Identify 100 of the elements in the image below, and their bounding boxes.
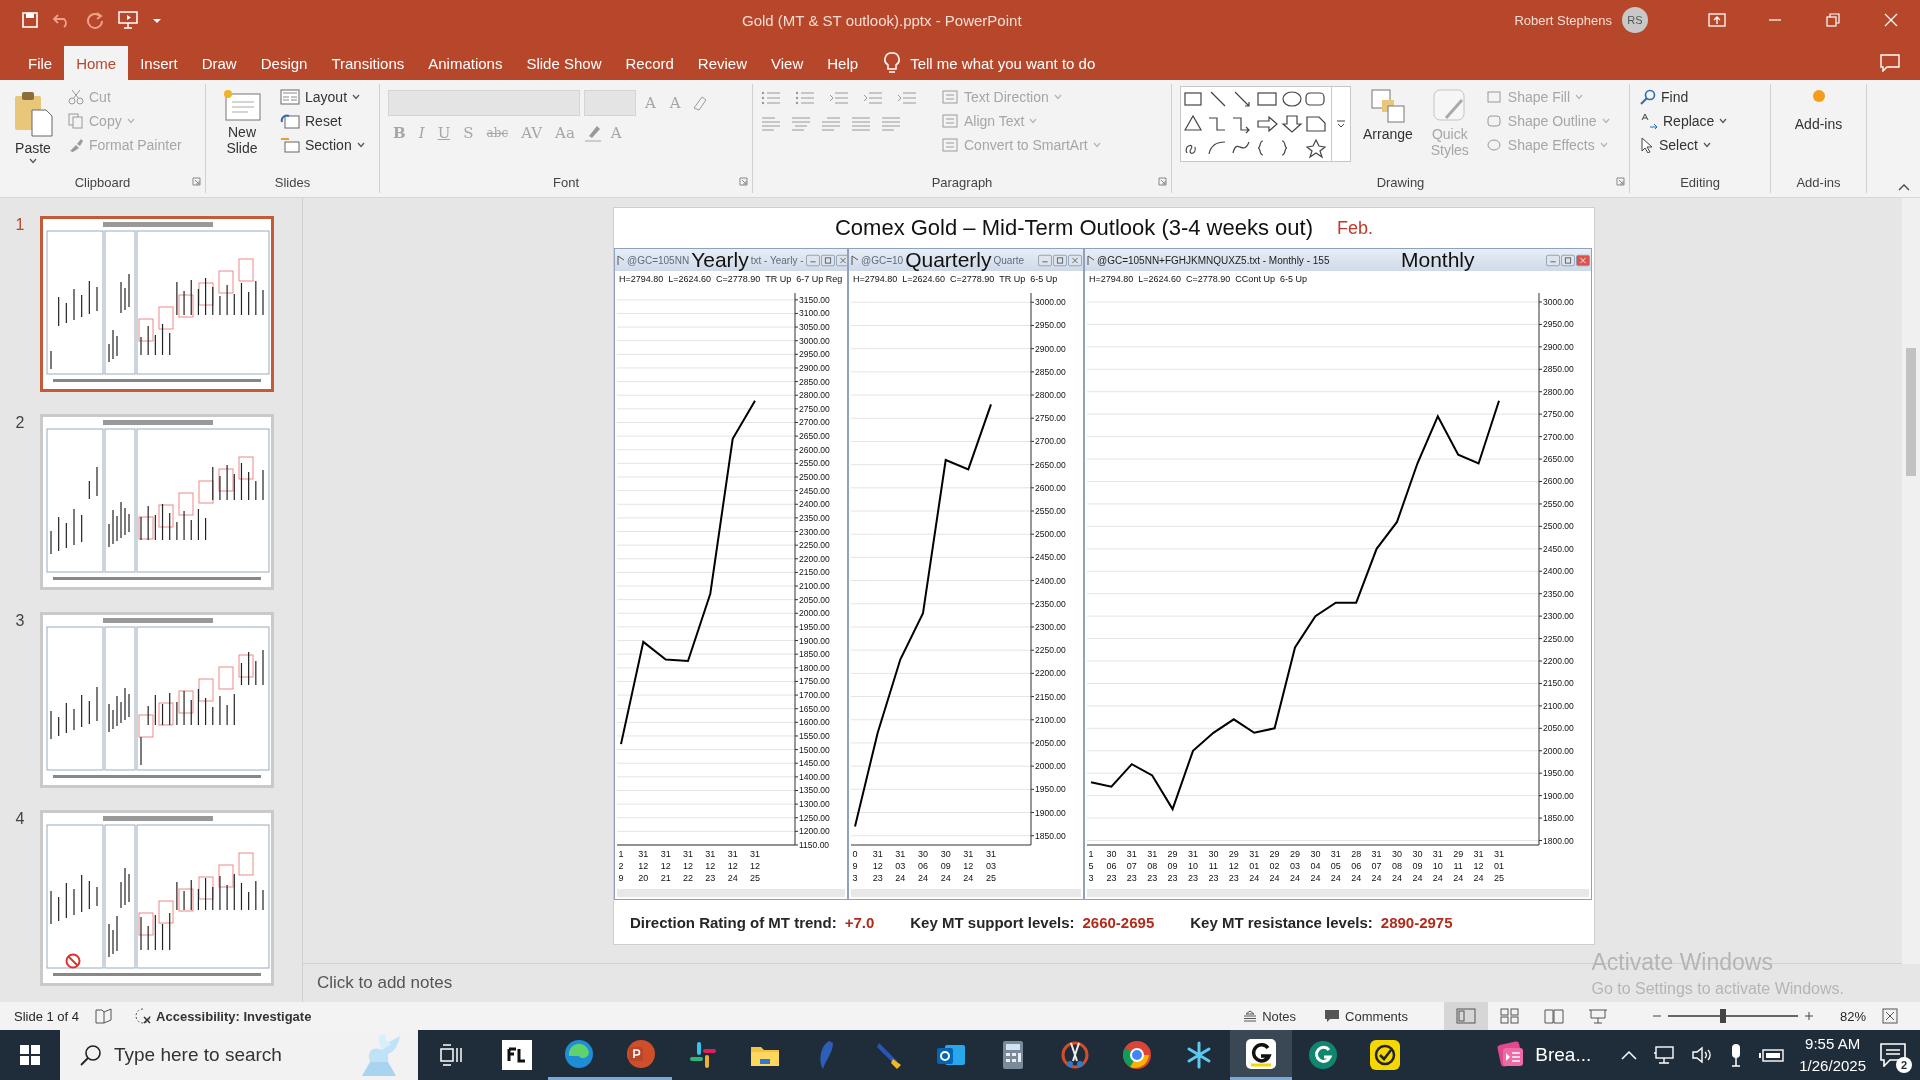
axis-label: 2650.00 xyxy=(799,431,830,442)
zoom-level[interactable]: 82% xyxy=(1839,1008,1866,1024)
notification-badge: 2 xyxy=(1896,1057,1912,1073)
axis-label: 2000.00 xyxy=(1543,745,1574,756)
axis-label: 1500.00 xyxy=(799,744,830,755)
arrange-button[interactable]: Arrange xyxy=(1359,86,1417,144)
axis-label: 2100.00 xyxy=(799,581,830,592)
window-caption: @GC=10 xyxy=(861,254,904,266)
axis-label: 2100.00 xyxy=(1543,700,1574,711)
axis-label: 1800.00 xyxy=(799,662,830,673)
metric-label: Direction Rating of MT trend: xyxy=(630,913,837,931)
metric-label: Key MT support levels: xyxy=(910,913,1075,931)
add-ins-button[interactable]: Add-ins xyxy=(1790,86,1847,134)
ribbon-tab[interactable]: Animations xyxy=(416,46,515,80)
axis-label: 2200.00 xyxy=(1543,656,1574,666)
paste-button[interactable]: Paste xyxy=(8,86,58,166)
clock-date[interactable]: 1/26/2025 xyxy=(1799,1055,1866,1077)
notes-button[interactable]: Notes xyxy=(1237,1005,1303,1027)
ribbon-tab[interactable]: View xyxy=(759,46,816,80)
ribbon-tab[interactable]: Draw xyxy=(189,46,249,80)
axis-label: 31 12 24 xyxy=(727,849,738,883)
clock-time[interactable]: 9:55 AM xyxy=(1799,1033,1866,1055)
axis-label: 2150.00 xyxy=(1035,691,1066,702)
axis-label: 30 06 23 xyxy=(1106,849,1117,883)
ribbon-tab[interactable]: Transitions xyxy=(319,46,417,80)
ribbon-button[interactable]: Reset xyxy=(278,110,367,132)
axis-label: 29 12 23 xyxy=(1228,849,1239,883)
axis-label: 2850.00 xyxy=(799,376,830,387)
ribbon-button[interactable]: Layout xyxy=(278,86,367,108)
axis-label: 2400.00 xyxy=(799,499,830,510)
ribbon-tab[interactable]: Slide Show xyxy=(514,46,614,80)
taskbar-widget[interactable]: Brea... xyxy=(1489,1040,1598,1070)
axis-label: 29 03 24 xyxy=(1290,849,1300,883)
price-summary: H=2794.80 L=2624.60 C=2778.90 TR Up 6-7 Up Reg xyxy=(618,273,844,286)
axis-label: 1350.00 xyxy=(799,785,830,796)
metric-value: 2660-2695 xyxy=(1082,913,1155,931)
axis-label: 31 12 25 xyxy=(750,849,760,883)
ribbon-tab[interactable]: File xyxy=(16,46,65,80)
axis-label: 2300.00 xyxy=(799,526,830,537)
axis-label: 1850.00 xyxy=(1035,830,1066,841)
new-slide-button[interactable]: New Slide xyxy=(214,86,270,158)
axis-label: 2050.00 xyxy=(1543,723,1574,734)
ribbon-tab[interactable]: Record xyxy=(613,46,686,80)
slide-number: 3 xyxy=(14,612,26,630)
axis-label: 2350.00 xyxy=(799,512,830,523)
axis-label: 31 12 20 xyxy=(638,849,649,883)
slide-title: Comex Gold – Mid-Term Outlook (3-4 weeks out) xyxy=(834,215,1313,241)
ribbon-button[interactable]: Replace xyxy=(1638,110,1730,132)
axis-label: 0 9 3 xyxy=(852,849,858,883)
group-label: Slides xyxy=(273,175,312,192)
axis-label: 1600.00 xyxy=(799,717,830,728)
ribbon-tab[interactable]: Design xyxy=(248,46,320,80)
axis-label: 31 03 25 xyxy=(986,849,996,883)
axis-label: 29 11 24 xyxy=(1453,849,1464,883)
axis-label: 1850.00 xyxy=(1543,813,1574,824)
axis-label: 2350.00 xyxy=(1035,598,1066,609)
axis-label: 31 12 22 xyxy=(683,849,693,883)
axis-label: 2500.00 xyxy=(1543,521,1574,532)
axis-label: 2950.00 xyxy=(1035,320,1066,331)
axis-label: 2750.00 xyxy=(1035,413,1066,424)
axis-label: 30 06 24 xyxy=(918,849,928,883)
axis-label: 2750.00 xyxy=(1543,409,1574,420)
price-summary: H=2794.80 L=2624.60 C=2778.90 CCont Up 6-5 Up xyxy=(1088,273,1308,286)
axis-label: 3000.00 xyxy=(799,335,830,346)
accessibility-button[interactable]: Accessibility: Investigate xyxy=(129,1005,318,1027)
ribbon-tab[interactable]: Review xyxy=(685,46,760,80)
axis-label: 1900.00 xyxy=(1035,807,1066,818)
axis-label: 31 08 23 xyxy=(1147,849,1158,883)
axis-label: 30 09 24 xyxy=(1412,849,1423,883)
search-field[interactable]: Type here to search xyxy=(60,1030,418,1080)
axis-label: 2200.00 xyxy=(799,553,830,564)
ribbon-button[interactable]: Select xyxy=(1638,134,1730,156)
axis-label: 3150.00 xyxy=(799,294,830,305)
user-avatar[interactable]: RS xyxy=(1622,7,1648,33)
axis-label: 2300.00 xyxy=(1543,611,1574,622)
axis-label: 2550.00 xyxy=(1035,506,1066,516)
axis-label: 29 02 24 xyxy=(1269,849,1280,883)
axis-label: 2150.00 xyxy=(799,567,830,578)
ribbon-tab[interactable]: Help xyxy=(815,46,871,80)
window-caption: @GC=105NN+FGHJKMNQUXZ5.txt - Monthly - 155 xyxy=(1097,254,1330,266)
ribbon-button[interactable]: Section xyxy=(278,134,367,156)
axis-label: 1300.00 xyxy=(799,799,830,810)
ribbon-button[interactable]: Find xyxy=(1638,86,1730,108)
axis-label: 2000.00 xyxy=(799,608,830,619)
slide-counter: Slide 1 of 4 xyxy=(14,1008,80,1024)
axis-label: 2700.00 xyxy=(1035,436,1066,447)
axis-label: 2000.00 xyxy=(1035,761,1066,772)
ribbon-tab[interactable]: Insert xyxy=(128,46,190,80)
axis-label: 2450.00 xyxy=(799,485,830,496)
axis-label: 30 08 24 xyxy=(1392,849,1402,883)
group-label: Paragraph xyxy=(753,175,1171,193)
comments-button[interactable]: Comments xyxy=(1318,1005,1414,1027)
axis-label: 31 03 24 xyxy=(895,849,906,883)
ribbon-tab[interactable]: Home xyxy=(64,46,129,80)
axis-label: 2550.00 xyxy=(799,458,830,469)
axis-label: 2250.00 xyxy=(799,540,830,551)
axis-label: 29 09 23 xyxy=(1167,849,1178,883)
tell-me-field[interactable]: Tell me what you want to do xyxy=(910,54,1096,72)
axis-label: 3000.00 xyxy=(1543,297,1574,307)
axis-label: 2400.00 xyxy=(1543,566,1574,577)
